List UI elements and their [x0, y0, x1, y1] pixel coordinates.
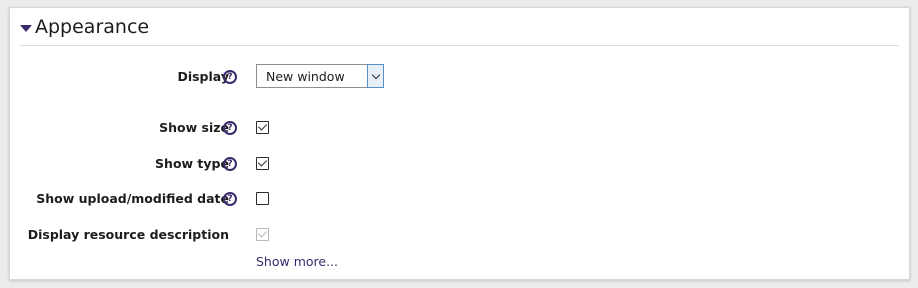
display-row: Display ? New window: [10, 63, 909, 93]
display-description-checkbox: [256, 228, 269, 241]
show-size-label: Show size: [159, 120, 229, 135]
section-title: Appearance: [35, 16, 150, 38]
question-circle-icon[interactable]: ?: [223, 70, 237, 84]
show-more-link[interactable]: Show more...: [256, 254, 338, 269]
show-type-row: Show type ?: [10, 150, 909, 180]
show-date-row: Show upload/modified date ?: [10, 185, 909, 215]
appearance-fieldset: Appearance Display ? New window Show siz…: [9, 7, 910, 280]
show-type-checkbox[interactable]: [256, 157, 269, 170]
question-circle-icon[interactable]: ?: [223, 157, 237, 171]
section-divider: [20, 45, 899, 46]
chevron-down-icon[interactable]: [367, 64, 384, 88]
display-select-value: New window: [266, 69, 345, 84]
show-type-label: Show type: [155, 156, 229, 171]
show-date-label: Show upload/modified date: [36, 191, 229, 206]
display-label: Display: [177, 69, 229, 84]
display-description-row: Display resource description: [10, 221, 909, 251]
display-description-label: Display resource description: [27, 227, 229, 242]
appearance-section-toggle[interactable]: Appearance: [20, 12, 149, 42]
question-circle-icon[interactable]: ?: [223, 121, 237, 135]
question-circle-icon[interactable]: ?: [223, 192, 237, 206]
display-select[interactable]: New window: [256, 64, 384, 88]
show-size-row: Show size ?: [10, 114, 909, 144]
show-date-checkbox[interactable]: [256, 192, 269, 205]
show-size-checkbox[interactable]: [256, 121, 269, 134]
caret-down-icon: [20, 24, 32, 32]
